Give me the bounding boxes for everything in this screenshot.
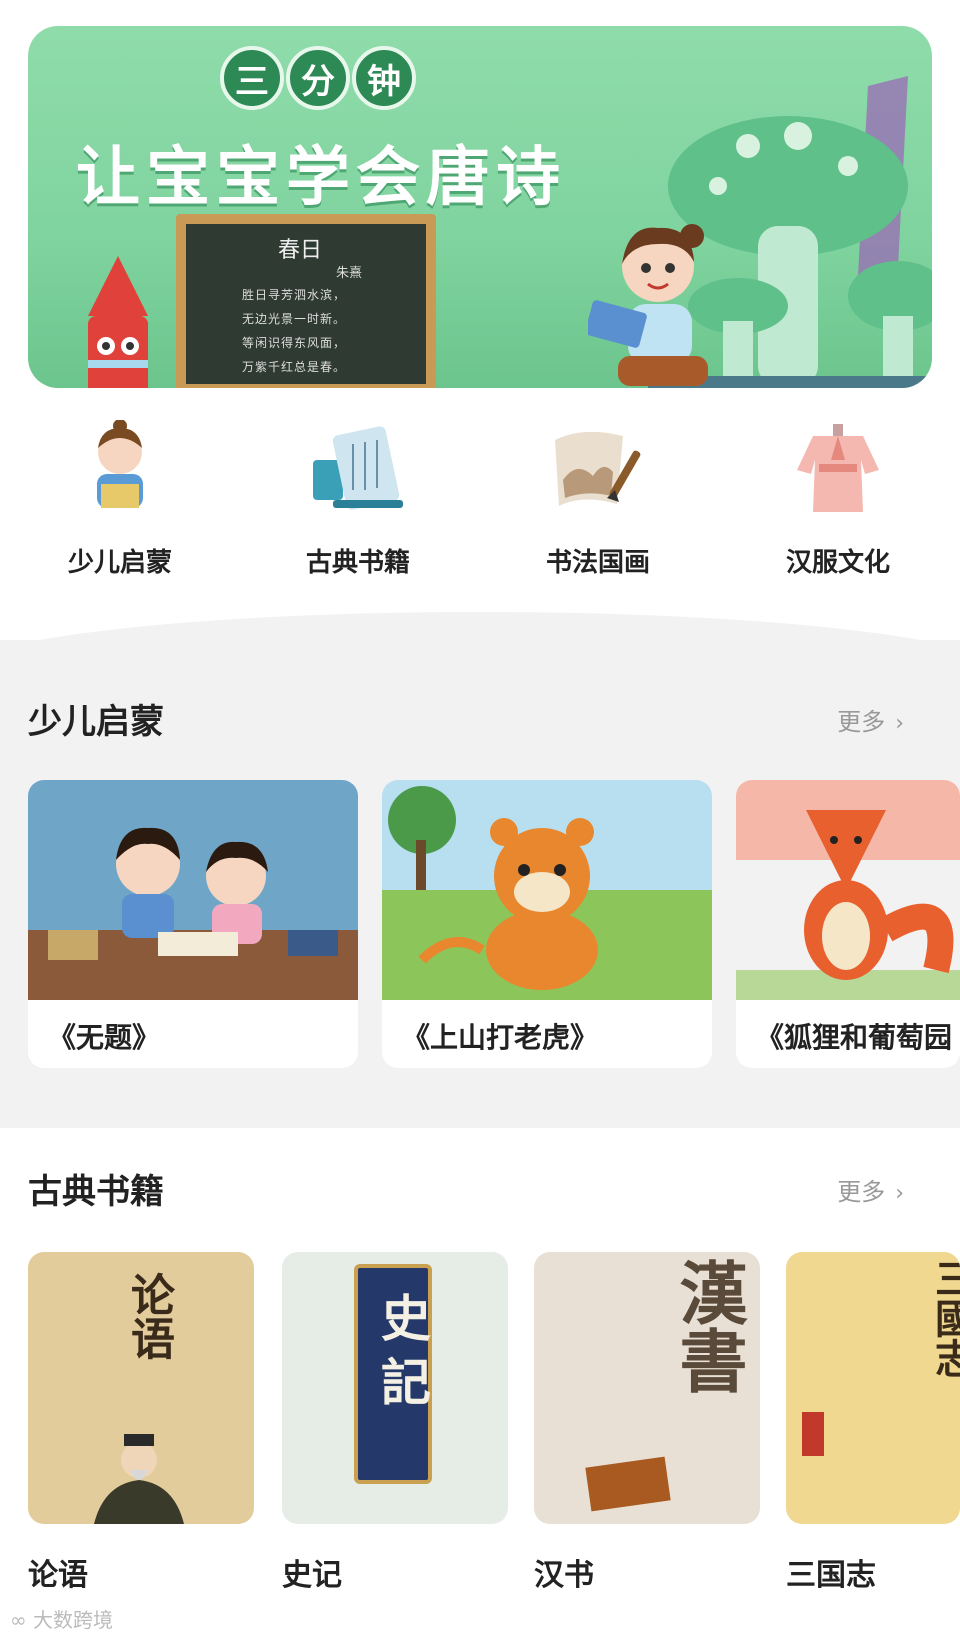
more-link-classics[interactable]: 更多 ›: [837, 1172, 904, 1207]
book-title: 史记: [282, 1558, 342, 1593]
scroll-book-icon: [313, 426, 403, 510]
book-item[interactable]: 论语 论语: [28, 1252, 254, 1594]
category-label: 少儿启蒙: [67, 548, 172, 578]
poem-author: 朱熹: [336, 266, 363, 281]
bamboo-slip-icon: [585, 1456, 671, 1512]
confucius-figure-icon: [94, 1434, 184, 1524]
book-cover-title: 史記: [373, 1292, 432, 1420]
book-item[interactable]: 史記 史记: [282, 1252, 508, 1594]
poem-line: 等闲识得东风面，: [242, 336, 347, 350]
category-calligraphy-painting[interactable]: 书法国画: [498, 420, 698, 600]
category-hanfu-culture[interactable]: 汉服文化: [738, 420, 938, 600]
story-card[interactable]: 《无题》: [28, 780, 358, 1068]
blackboard: 春日 朱熹 胜日寻芳泗水滨， 无边光景一时新。 等闲识得东风面， 万紫千红总是春…: [176, 214, 436, 388]
brush-painting-icon: [555, 431, 641, 506]
more-label: 更多: [837, 1178, 886, 1206]
book-cover: 漢書: [534, 1252, 760, 1524]
poem-line: 万紫千红总是春。: [242, 360, 347, 374]
book-cover-title: 三國志: [928, 1258, 960, 1378]
watermark: ∞ 大数跨境: [10, 1608, 114, 1632]
banner-badges: 三 分 钟: [220, 46, 416, 110]
watermark-text: 大数跨境: [33, 1608, 114, 1632]
story-cover-tiger: [382, 780, 712, 1000]
story-cover-kids-studying: [28, 780, 358, 1000]
story-title: 《上山打老虎》: [402, 1021, 599, 1054]
category-row: 少儿启蒙 古典书籍 书法国画 汉服文化: [0, 419, 960, 600]
poem-line: 胜日寻芳泗水滨，: [242, 288, 347, 302]
story-card[interactable]: 《上山打老虎》: [382, 780, 712, 1068]
poem-title: 春日: [278, 238, 323, 263]
category-label: 书法国画: [545, 548, 650, 578]
pencil-mascot-icon: [88, 256, 148, 388]
banner-badge: 三: [220, 46, 284, 110]
category-child-enlightenment[interactable]: 少儿启蒙: [20, 419, 220, 600]
poem-line: 无边光景一时新。: [242, 312, 347, 326]
book-title: 论语: [28, 1558, 88, 1593]
story-cover-fox: [736, 780, 960, 1000]
story-title: 《狐狸和葡萄园: [756, 1021, 953, 1054]
banner-badge: 分: [286, 46, 350, 110]
more-label: 更多: [837, 708, 886, 736]
category-label: 古典书籍: [305, 548, 410, 578]
book-cover-title: 论语: [123, 1272, 174, 1360]
banner-title: 让宝宝学会唐诗: [76, 141, 566, 215]
story-card[interactable]: 《狐狸和葡萄园: [736, 780, 960, 1068]
reading-girl-icon: [588, 224, 708, 386]
book-item[interactable]: 漢書 汉书: [534, 1252, 760, 1594]
hanfu-dress-icon: [797, 424, 879, 512]
category-classic-books[interactable]: 古典书籍: [258, 420, 458, 600]
child-reading-icon: [97, 419, 143, 508]
book-title: 汉书: [534, 1558, 594, 1593]
more-link-enlightenment[interactable]: 更多 ›: [837, 702, 904, 737]
book-item[interactable]: 三國志 三国志: [786, 1252, 960, 1594]
section-title-enlightenment: 少儿启蒙: [28, 702, 164, 742]
chevron-right-icon: ›: [895, 1181, 904, 1206]
book-cover: 史記: [282, 1252, 508, 1524]
book-cover-title: 漢書: [667, 1258, 747, 1394]
category-label: 汉服文化: [785, 548, 890, 578]
book-title: 三国志: [786, 1558, 876, 1593]
book-cover: 论语: [28, 1252, 254, 1524]
section-title-classics: 古典书籍: [28, 1172, 164, 1212]
red-seal-icon: [802, 1412, 824, 1456]
book-cover: 三國志: [786, 1252, 960, 1524]
promo-banner[interactable]: 三 分 钟 让宝宝学会唐诗 春日 朱熹 胜日寻芳泗水滨， 无边光景一时新。 等闲…: [28, 26, 932, 388]
story-title: 《无题》: [48, 1021, 161, 1054]
banner-badge: 钟: [352, 46, 416, 110]
chevron-right-icon: ›: [895, 711, 904, 736]
